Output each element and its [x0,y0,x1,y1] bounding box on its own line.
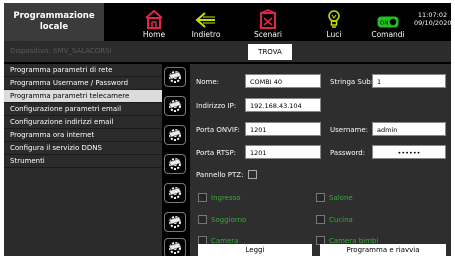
room-checkbox[interactable] [198,193,207,202]
camera-settings-column [162,64,188,256]
scenes-label: Scenari [253,30,282,39]
room-label: Ingresso [211,194,241,202]
clock-date: 09/10/2020 [414,19,451,27]
ptz-checkbox[interactable] [248,170,257,179]
camera-gear-icon [168,71,182,83]
arrow-left-icon [195,12,215,28]
room-checkbox[interactable] [316,193,325,202]
room-checkbox[interactable] [316,215,325,224]
camera-settings-button[interactable] [164,212,186,232]
back-button[interactable]: Indietro [184,5,228,39]
scene-icon [260,9,276,29]
camera-settings-button[interactable] [164,238,186,256]
ip-field[interactable]: 192.168.43.104 [245,98,321,112]
camera-gear-icon [168,187,182,199]
camera-gear-icon [168,242,182,254]
substring-field[interactable]: 1 [372,74,446,88]
page-title: Programmazione locale [13,11,95,32]
lightbulb-icon [328,10,340,28]
lights-button[interactable]: Luci [314,5,354,39]
substring-label: Stringa Sub: [330,78,374,86]
top-bar: Programmazione locale Home Indietro Scen… [4,3,451,41]
menu-item-tools[interactable]: Strumenti [4,155,162,168]
rtsp-port-field[interactable]: 1201 [245,145,321,159]
home-label: Home [142,30,166,39]
room-checkbox[interactable] [198,215,207,224]
lights-label: Luci [326,30,342,39]
name-field[interactable]: COMBI 40 [245,74,321,88]
read-button[interactable]: Leggi [198,244,312,256]
rtsp-port-label: Porta RTSP: [196,149,237,157]
camera-gear-icon [168,129,182,141]
camera-gear-icon [168,158,182,170]
menu-item-ddns[interactable]: Configura il servizio DDNS [4,142,162,155]
datetime-display: 11:07:02 09/10/2020 [414,11,451,27]
ptz-label: Pannello PTZ: [196,171,244,179]
commands-label: Comandi [371,30,405,39]
app-window: Programmazione locale Home Indietro Scen… [4,3,451,256]
camera-gear-icon [168,216,182,228]
camera-settings-button[interactable] [164,96,186,116]
camera-gear-icon [168,100,182,112]
room-label: Cucina [329,216,353,224]
menu-item-email-addresses[interactable]: Configurazione indirizzi email [4,116,162,129]
toggle-text: ON [380,21,388,27]
menu-item-username-password[interactable]: Programma Username / Password [4,77,162,90]
menu-item-email-params[interactable]: Configurazione parametri email [4,103,162,116]
menu-item-camera-params[interactable]: Programma parametri telecamere [4,90,162,103]
toggle-on-icon: ON [377,16,399,28]
password-label: Password: [330,149,366,157]
settings-menu: Programma parametri di rete Programma Us… [4,64,162,256]
password-field[interactable]: •••••• [372,145,446,159]
device-bar: Dispositivo: SMV_SALACORSI TROVA [4,41,451,62]
username-field[interactable]: admin [372,122,446,136]
onvif-port-label: Porta ONVIF: [196,126,240,134]
device-label: Dispositivo: SMV_SALACORSI [10,47,112,55]
home-button[interactable]: Home [134,5,174,39]
ip-label: Indirizzo IP: [196,102,237,110]
find-button[interactable]: TROVA [248,44,292,60]
username-label: Username: [330,126,369,134]
menu-item-network[interactable]: Programma parametri di rete [4,64,162,77]
clock-time: 11:07:02 [417,11,448,19]
page-title-box: Programmazione locale [4,3,104,41]
room-label: Salone [329,194,353,202]
menu-item-internet-time[interactable]: Programma ora internet [4,129,162,142]
name-label: Nome: [196,78,220,86]
camera-settings-button[interactable] [164,67,186,87]
home-icon [145,9,163,29]
camera-settings-button[interactable] [164,183,186,203]
room-label: Soggiorno [211,216,247,224]
camera-settings-button[interactable] [164,154,186,174]
camera-form: Nome: COMBI 40 Stringa Sub: 1 Indirizzo … [190,64,451,256]
scenes-button[interactable]: Scenari [246,5,290,39]
program-restart-button[interactable]: Programma e riavvia [320,244,446,256]
back-label: Indietro [191,30,221,39]
onvif-port-field[interactable]: 1201 [245,122,321,136]
commands-button[interactable]: ON Comandi [366,5,410,39]
camera-settings-button[interactable] [164,125,186,145]
